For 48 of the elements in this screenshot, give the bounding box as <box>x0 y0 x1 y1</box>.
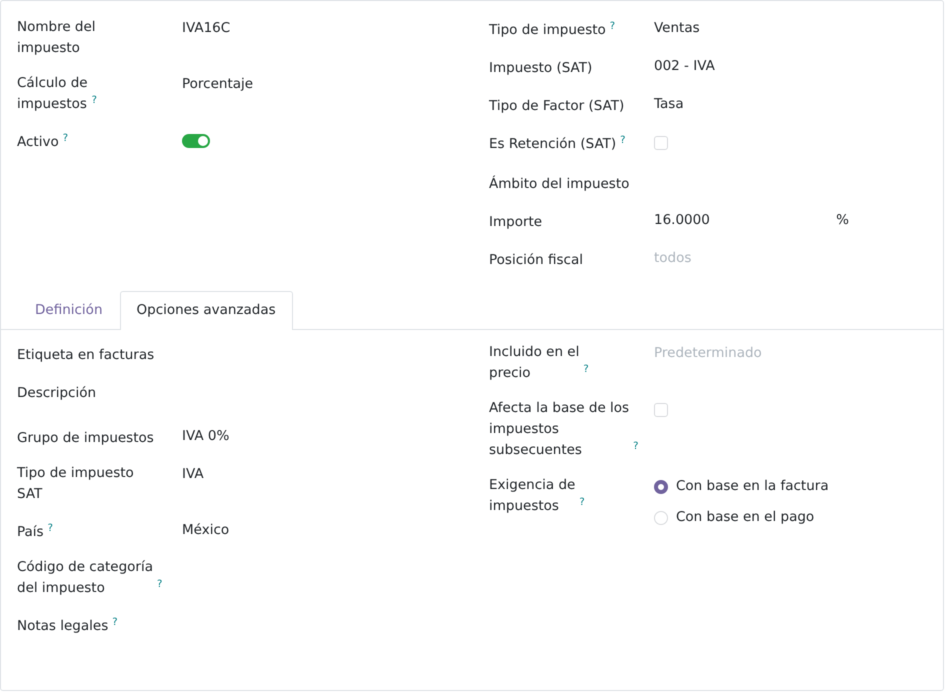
field-label: Código de categoría del impuesto <box>17 558 153 598</box>
field-label: Etiqueta en facturas <box>17 346 154 365</box>
field-label: Cálculo de impuestos <box>17 74 88 114</box>
field-label: Impuesto (SAT) <box>489 59 592 78</box>
field-label: Posición fiscal <box>489 251 583 270</box>
field-value[interactable]: Ventas <box>654 20 700 36</box>
toggle-switch[interactable] <box>182 134 210 148</box>
field-label: Incluido en el precio <box>489 343 580 383</box>
amount-field[interactable]: 16.0000 <box>654 210 710 231</box>
field-label: Tipo de Factor (SAT) <box>489 97 624 116</box>
help-tooltip-mark[interactable]: ? <box>62 132 68 146</box>
help-tooltip-mark[interactable]: ? <box>157 578 162 592</box>
help-tooltip-mark[interactable]: ? <box>610 20 616 34</box>
field-label: Exigencia de impuestos <box>489 476 576 516</box>
help-tooltip-mark[interactable]: ? <box>112 616 118 630</box>
help-tooltip-mark[interactable]: ? <box>579 496 585 510</box>
field-label: Ámbito del impuesto <box>489 174 630 194</box>
help-tooltip-mark[interactable]: ? <box>92 94 97 108</box>
field-label: País <box>17 523 44 542</box>
tab[interactable]: Definición <box>18 291 120 330</box>
field-label: Importe <box>489 213 542 232</box>
field-label: Es Retención (SAT) <box>489 135 616 154</box>
field-value[interactable]: IVA 0% <box>182 428 230 444</box>
field-value[interactable]: Porcentaje <box>182 76 254 92</box>
unit-label: % <box>836 211 849 230</box>
radio-label[interactable]: Con base en el pago <box>676 507 814 528</box>
help-tooltip-mark[interactable]: ? <box>633 440 638 454</box>
field-value[interactable]: IVA <box>182 466 204 482</box>
checkbox[interactable] <box>654 136 668 150</box>
field-label: Grupo de impuestos <box>17 429 154 448</box>
field-value[interactable]: Tasa <box>654 96 684 112</box>
tab[interactable]: Opciones avanzadas <box>120 291 293 330</box>
field-value[interactable]: México <box>182 522 230 538</box>
help-tooltip-mark[interactable]: ? <box>583 363 589 377</box>
field-label: Tipo de impuesto SAT <box>17 464 134 504</box>
field-label: Notas legales <box>17 617 108 636</box>
field-label: Activo <box>17 133 59 152</box>
help-tooltip-mark[interactable]: ? <box>620 134 626 148</box>
field-label: Descripción <box>17 384 96 403</box>
help-tooltip-mark[interactable]: ? <box>48 522 53 536</box>
field-value[interactable]: IVA16C <box>182 20 230 36</box>
field-label: Tipo de impuesto <box>489 21 606 40</box>
checkbox[interactable] <box>654 403 668 417</box>
field-label: Afecta la base de los impuestos subsecuentes <box>489 399 630 460</box>
radio-button[interactable] <box>654 480 668 494</box>
field-label: Nombre del impuesto <box>17 18 96 58</box>
field-value[interactable]: 002 - IVA <box>654 58 715 74</box>
radio-label[interactable]: Con base en la factura <box>676 476 829 497</box>
